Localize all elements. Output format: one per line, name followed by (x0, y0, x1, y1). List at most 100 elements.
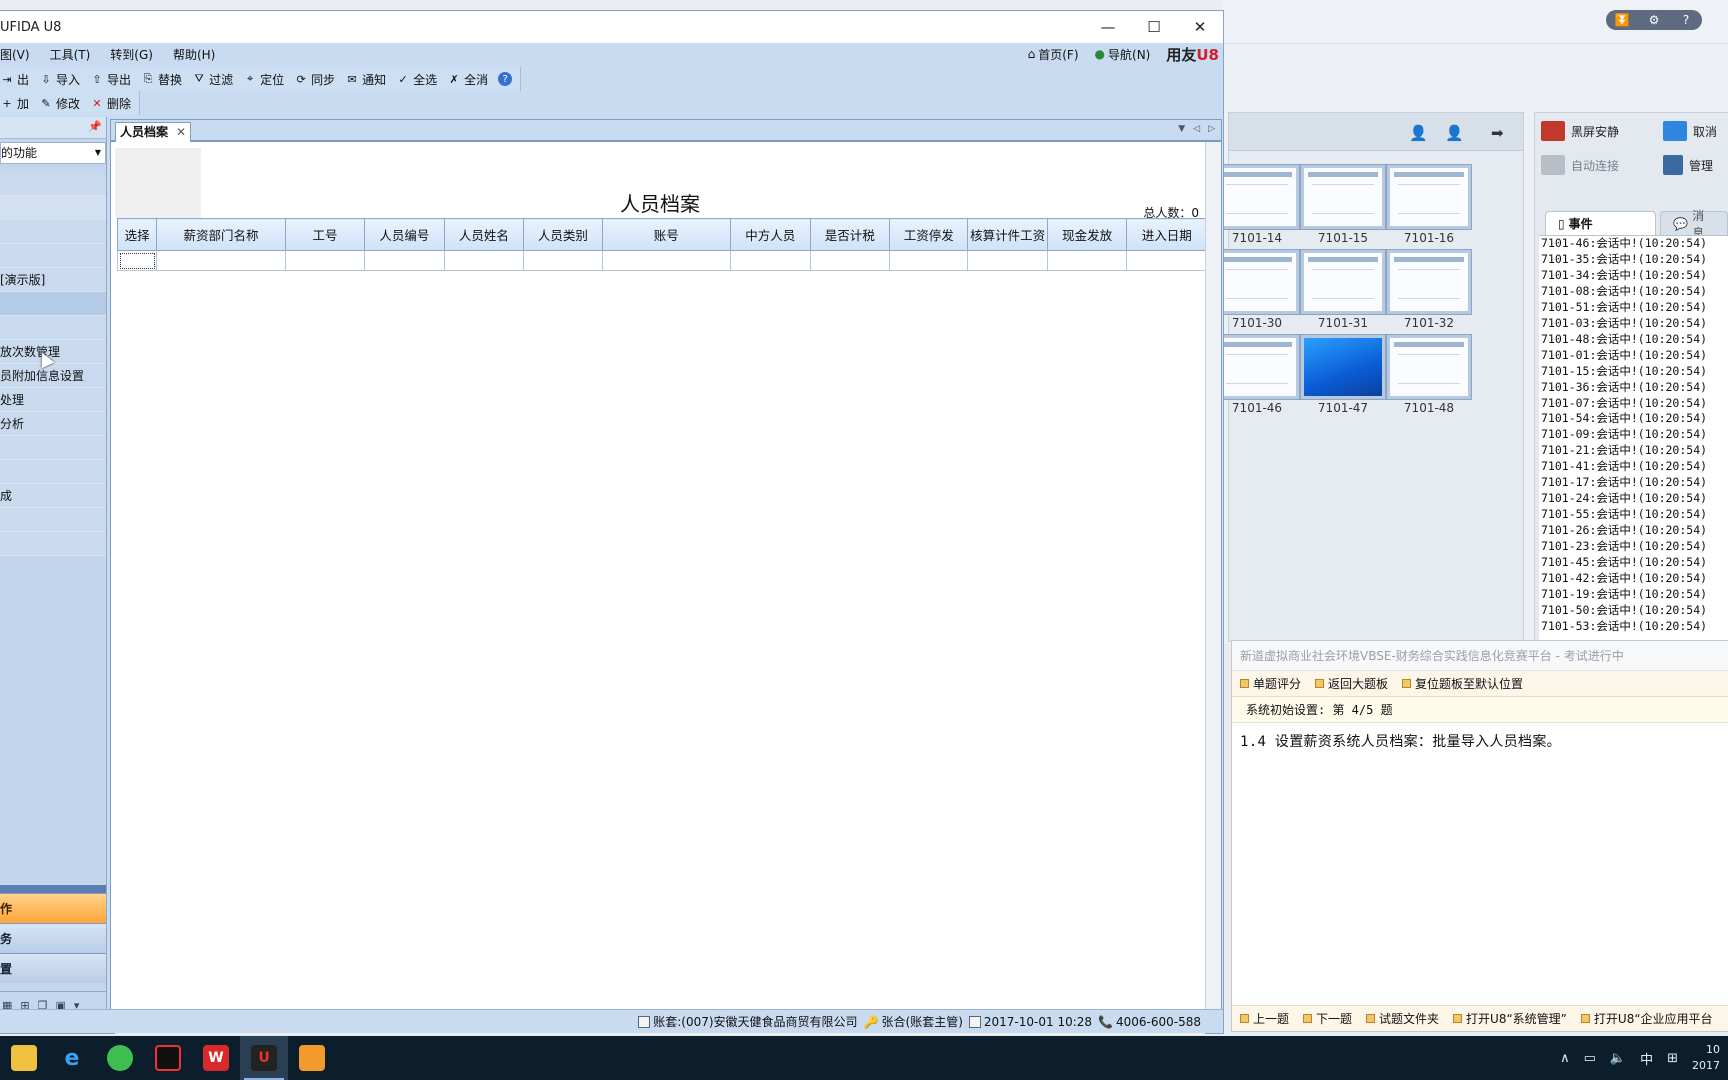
tab-events[interactable]: ▯ 事件 (1545, 211, 1657, 235)
tab-messages[interactable]: 💬 消息 (1660, 209, 1728, 240)
menu-view[interactable]: 图(V) (0, 46, 30, 63)
gear-icon[interactable]: ⚙ (1644, 13, 1664, 27)
column-header[interactable]: 账号 (601, 218, 732, 251)
import-button[interactable]: ⇩ 导入 (39, 71, 80, 88)
tree-node[interactable] (0, 244, 106, 268)
ime-indicator[interactable]: 中 (1640, 1049, 1653, 1068)
notify-button[interactable]: ✉ 通知 (345, 71, 387, 88)
taskbar-file-explorer[interactable] (0, 1036, 48, 1080)
tab-list-icon[interactable]: ▼ (1178, 124, 1185, 134)
screen-thumb[interactable]: 7101-16 (1387, 165, 1471, 245)
tab-person-archive[interactable]: 人员档案 ✕ (115, 122, 192, 142)
tree-node[interactable] (0, 172, 106, 196)
screen-thumb[interactable]: 7101-47 (1301, 335, 1385, 415)
replace-button[interactable]: ⎘ 替换 (141, 71, 182, 88)
grid-cell[interactable] (601, 250, 732, 271)
grid-cell[interactable] (523, 250, 603, 271)
navigation-button[interactable]: ● 导航(N) (1095, 46, 1151, 63)
screen-thumb[interactable]: 7101-46 (1215, 335, 1299, 415)
table-row[interactable] (116, 250, 1207, 271)
screen-thumb[interactable]: 7101-48 (1387, 335, 1471, 415)
column-header[interactable]: 薪资部门名称 (156, 218, 286, 251)
tree-node[interactable] (0, 196, 106, 220)
reset-board-button[interactable]: 复位题板至默认位置 (1402, 675, 1523, 692)
user-remove-icon[interactable]: 👤 (1445, 124, 1464, 142)
deselect-all-button[interactable]: ✗ 全消 (447, 71, 489, 88)
column-header[interactable]: 人员姓名 (443, 218, 525, 251)
grid-cell[interactable] (730, 250, 811, 271)
function-combo[interactable]: 的功能 ▼ (0, 142, 106, 164)
screen-thumb[interactable]: 7101-15 (1301, 165, 1385, 245)
back-to-board-button[interactable]: 返回大题板 (1315, 675, 1388, 692)
grid-cell[interactable] (443, 250, 525, 271)
tree-node[interactable] (0, 508, 106, 532)
event-list[interactable]: 7101-46:会话中!(10:20:54) 7101-35:会话中!(10:20… (1539, 235, 1728, 643)
menu-tools[interactable]: 工具(T) (50, 46, 91, 63)
close-tab-icon[interactable]: ✕ (176, 123, 186, 141)
edit-button[interactable]: ✎ 修改 (39, 95, 80, 112)
user-add-icon[interactable]: 👤 (1409, 124, 1428, 142)
tree-node[interactable] (0, 436, 106, 460)
grid-cell[interactable] (1046, 250, 1128, 271)
tree-node[interactable] (0, 220, 106, 244)
home-button[interactable]: ⌂ 首页(F) (1028, 46, 1079, 63)
tree-node[interactable] (0, 292, 106, 316)
volume-icon[interactable]: 🔈 (1610, 1051, 1626, 1066)
column-header[interactable]: 进入日期 (1126, 218, 1207, 251)
nav-basic-service[interactable]: 务 (0, 923, 106, 953)
black-screen-button[interactable]: 黑屏安静 (1541, 121, 1619, 141)
add-button[interactable]: + 加 (0, 95, 29, 112)
menu-goto[interactable]: 转到(G) (110, 46, 153, 63)
column-header[interactable]: 中方人员 (730, 218, 811, 251)
taskbar-u8[interactable]: U (240, 1036, 288, 1080)
collapse-icon[interactable]: ⏬ (1612, 13, 1632, 27)
column-header[interactable]: 现金发放 (1046, 218, 1128, 251)
clock[interactable]: 10 2017 (1692, 1042, 1720, 1074)
screen-thumb[interactable]: 7101-14 (1215, 165, 1299, 245)
delete-button[interactable]: ✕ 删除 (90, 95, 131, 112)
pin-icon[interactable]: 📌 (88, 120, 102, 133)
score-question-button[interactable]: 单题评分 (1240, 675, 1301, 692)
grid-cell[interactable] (889, 250, 969, 271)
keyboard-icon[interactable]: ⊞ (1667, 1051, 1678, 1066)
column-header[interactable]: 工号 (284, 218, 366, 251)
select-all-button[interactable]: ✓ 全选 (396, 71, 438, 88)
manage-button[interactable]: 管理 (1663, 155, 1713, 175)
tab-next-icon[interactable]: ▷ (1208, 124, 1215, 134)
open-enterprise-platform-button[interactable]: 打开U8“企业应用平台 (1580, 1010, 1713, 1027)
tree-node[interactable]: 员附加信息设置 (0, 364, 106, 388)
column-header[interactable]: 是否计税 (809, 218, 891, 251)
grid-cell[interactable] (284, 250, 366, 271)
maximize-button[interactable]: ☐ (1131, 11, 1177, 43)
column-header[interactable]: 核算计件工资 (967, 218, 1048, 251)
grid-cell[interactable] (967, 250, 1048, 271)
taskbar-app[interactable] (288, 1036, 336, 1080)
screen-thumb[interactable]: 7101-30 (1215, 250, 1299, 330)
auto-connect-button[interactable]: 自动连接 (1541, 155, 1619, 175)
taskbar-browser[interactable] (96, 1036, 144, 1080)
nav-splitter[interactable] (0, 885, 106, 893)
taskbar-ie[interactable]: e (48, 1036, 96, 1080)
column-header[interactable]: 人员类别 (523, 218, 603, 251)
nav-settings[interactable]: 置 (0, 953, 106, 983)
vertical-scroll-area[interactable] (1205, 142, 1221, 1018)
tab-prev-icon[interactable]: ◁ (1193, 124, 1200, 134)
sync-button[interactable]: ⟳ 同步 (294, 71, 335, 88)
grid-cell[interactable] (116, 250, 158, 271)
tree-node[interactable] (0, 460, 106, 484)
tree-node[interactable]: 成 (0, 484, 106, 508)
tree-node[interactable] (0, 532, 106, 556)
close-button[interactable]: ✕ (1177, 11, 1223, 43)
nav-business-work[interactable]: 作 (0, 893, 106, 923)
tree-node[interactable]: 处理 (0, 388, 106, 412)
grid-cell[interactable] (1126, 250, 1207, 271)
tree-node[interactable]: 分析 (0, 412, 106, 436)
column-header[interactable]: 人员编号 (364, 218, 445, 251)
person-grid[interactable]: 选择 薪资部门名称 工号 人员编号 人员姓名 人员类别 账号 中方人员 是否计税 工资停发 核算计件… (116, 218, 1207, 271)
grid-cell[interactable] (809, 250, 891, 271)
question-folder-button[interactable]: 试题文件夹 (1366, 1010, 1439, 1027)
taskbar-wps[interactable]: W (192, 1036, 240, 1080)
chevron-up-icon[interactable]: ∧ (1560, 1051, 1570, 1066)
screen-thumb[interactable]: 7101-31 (1301, 250, 1385, 330)
column-header[interactable]: 工资停发 (889, 218, 969, 251)
